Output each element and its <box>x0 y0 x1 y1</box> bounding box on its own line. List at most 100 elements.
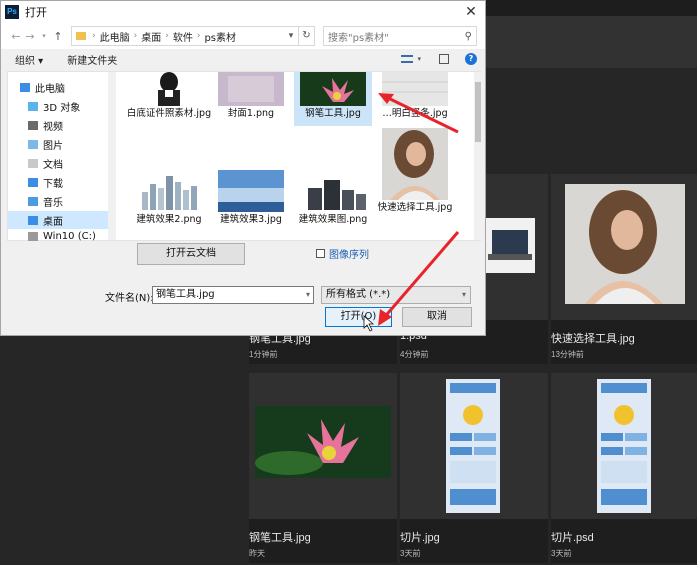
file-thumbnail <box>218 72 284 106</box>
new-folder-button[interactable]: 新建文件夹 <box>67 52 117 67</box>
file-name: 封面1.png <box>227 108 275 119</box>
dialog-toolbar: 组织 ▾ 新建文件夹 ▾ ? <box>1 49 485 69</box>
recent-file-card[interactable]: 钢笔工具.jpg 昨天 <box>249 373 397 563</box>
close-button[interactable]: ✕ <box>457 4 485 20</box>
cancel-button[interactable]: 取消 <box>402 307 472 327</box>
search-box[interactable]: 搜索"ps素材" ⚲ <box>323 26 477 46</box>
breadcrumb-separator-icon: › <box>133 31 138 41</box>
sidebar-item-label: 桌面 <box>43 216 63 228</box>
sidebar-item-label: 下载 <box>43 178 63 190</box>
breadcrumb-separator-icon: › <box>165 31 169 41</box>
address-bar[interactable]: › 此电脑 › 桌面 › 软件 › ps素材 ▾ <box>71 26 299 46</box>
forward-arrow-icon[interactable]: → <box>23 30 37 43</box>
file-thumbnail <box>400 373 548 519</box>
change-view-icon[interactable] <box>401 55 414 63</box>
recent-locations-chevron-icon[interactable]: ▾ <box>37 32 51 40</box>
up-arrow-icon[interactable]: ↑ <box>51 30 65 43</box>
address-dropdown-icon[interactable]: ▾ <box>284 31 298 41</box>
filetype-value: 所有格式 (*.*) <box>326 289 391 300</box>
sidebar-item-label: 文档 <box>43 159 63 171</box>
navigation-pane: 此电脑 3D 对象 视频 图片 文档 下载 音乐 桌面 Win10 (C:) <box>8 72 116 242</box>
recent-file-card[interactable]: 快速选择工具.jpg 13分钟前 <box>551 174 697 364</box>
photoshop-logo-icon: Ps <box>5 5 19 19</box>
recent-file-card[interactable]: 切片.jpg 3天前 <box>400 373 548 563</box>
browser-area: 此电脑 3D 对象 视频 图片 文档 下载 音乐 桌面 Win10 (C:) 白… <box>7 71 482 242</box>
drive-icon <box>28 231 38 241</box>
breadcrumb-item[interactable]: ps素材 <box>202 29 238 44</box>
photoshop-header-strip <box>486 16 697 68</box>
sidebar-item-drive-c[interactable]: Win10 (C:) <box>8 230 116 242</box>
lotus-thumbnail-image <box>255 406 391 478</box>
infographic-thumbnail-image <box>597 379 651 513</box>
file-name: 建筑效果图.png <box>298 214 368 225</box>
sidebar-item-documents[interactable]: 文档 <box>8 154 116 172</box>
recent-file-time: 4分钟前 <box>400 350 429 359</box>
sidebar-item-label: Win10 (C:) <box>43 230 96 242</box>
music-icon <box>28 196 38 206</box>
open-cloud-document-button[interactable]: 打开云文档 <box>137 243 245 265</box>
sidebar-item-label: 3D 对象 <box>43 102 81 114</box>
sidebar-item-pictures[interactable]: 图片 <box>8 135 116 153</box>
sidebar-item-desktop[interactable]: 桌面 <box>8 211 116 229</box>
file-grid-scrollbar[interactable] <box>474 72 482 240</box>
file-thumbnail <box>136 72 202 106</box>
infographic-thumbnail-image <box>446 379 500 513</box>
filetype-select[interactable]: 所有格式 (*.*) ▾ <box>321 286 471 304</box>
file-thumbnail <box>300 170 366 212</box>
folder-icon <box>76 32 86 40</box>
breadcrumb-item[interactable]: 软件 <box>171 29 195 44</box>
3d-objects-icon <box>28 101 38 111</box>
pictures-icon <box>28 139 38 149</box>
chevron-down-icon[interactable]: ▾ <box>306 287 310 303</box>
help-icon[interactable]: ? <box>465 53 477 65</box>
sidebar-item-music[interactable]: 音乐 <box>8 192 116 210</box>
filename-value: 钢笔工具.jpg <box>156 289 215 300</box>
search-placeholder: 搜索"ps素材" <box>328 32 389 44</box>
organize-menu[interactable]: 组织 ▾ <box>15 52 43 67</box>
sidebar-item-label: 图片 <box>43 140 63 152</box>
view-dropdown-icon[interactable]: ▾ <box>417 55 421 63</box>
recent-file-card[interactable]: 切片.psd 3天前 <box>551 373 697 563</box>
documents-icon <box>28 158 38 168</box>
breadcrumb-item[interactable]: 此电脑 <box>98 29 132 44</box>
recent-file-time: 13分钟前 <box>551 350 584 359</box>
computer-icon <box>20 82 30 92</box>
sidebar-item-this-pc[interactable]: 此电脑 <box>8 78 116 96</box>
file-thumbnail <box>300 72 366 106</box>
image-sequence-option[interactable]: 图像序列 <box>316 246 369 261</box>
file-thumbnail <box>249 373 397 519</box>
file-thumbnail <box>551 373 697 519</box>
filename-input[interactable]: 钢笔工具.jpg ▾ <box>152 286 314 304</box>
sidebar-item-label: 音乐 <box>43 197 63 209</box>
recent-file-time: 昨天 <box>249 549 265 558</box>
sidebar-item-3d-objects[interactable]: 3D 对象 <box>8 97 116 115</box>
scrollbar-thumb[interactable] <box>475 82 481 142</box>
file-thumbnail <box>218 170 284 212</box>
recent-file-name: 切片.jpg <box>400 532 440 544</box>
file-name: …明白竖条.jpg <box>382 108 448 119</box>
dialog-title: 打开 <box>25 6 47 19</box>
breadcrumb-separator-icon: › <box>196 31 201 41</box>
refresh-icon[interactable]: ↻ <box>299 26 315 46</box>
downloads-icon <box>28 177 38 187</box>
file-thumbnail <box>382 72 448 106</box>
preview-pane-icon[interactable] <box>439 54 449 64</box>
sidebar-item-video[interactable]: 视频 <box>8 116 116 134</box>
open-file-dialog: Ps 打开 ✕ ← → ▾ ↑ › 此电脑 › 桌面 › 软件 › ps素材 ▾… <box>0 0 486 336</box>
sidebar-scrollbar[interactable] <box>108 72 116 240</box>
desktop-icon <box>28 215 38 225</box>
sidebar-item-downloads[interactable]: 下载 <box>8 173 116 191</box>
breadcrumb-item[interactable]: 桌面 <box>139 29 163 44</box>
recent-file-time: 1分钟前 <box>249 350 278 359</box>
portrait-thumbnail-image <box>565 184 685 304</box>
open-button[interactable]: 打开(O) <box>325 307 392 327</box>
dialog-titlebar: Ps 打开 ✕ <box>1 1 485 23</box>
address-row: ← → ▾ ↑ › 此电脑 › 桌面 › 软件 › ps素材 ▾ ↻ 搜索"ps… <box>1 23 485 49</box>
image-sequence-label: 图像序列 <box>329 250 369 261</box>
file-name: 建筑效果3.jpg <box>220 214 282 225</box>
back-arrow-icon[interactable]: ← <box>9 30 23 43</box>
file-grid: 白底证件照素材.jpg 封面1.png 钢笔工具.jpg …明白竖条.jpg 建… <box>118 72 474 240</box>
image-sequence-checkbox[interactable] <box>316 249 325 258</box>
recent-file-name: 切片.psd <box>551 532 594 544</box>
search-icon: ⚲ <box>464 30 472 42</box>
